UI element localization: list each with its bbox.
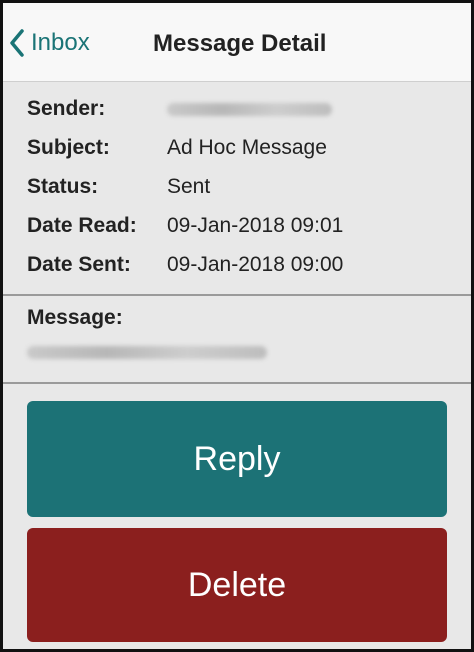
back-to-inbox-button[interactable]: Inbox	[9, 23, 90, 63]
reply-button[interactable]: Reply	[27, 401, 447, 517]
date-read-value: 09-Jan-2018 09:01	[167, 214, 344, 237]
navigation-bar: Inbox Message Detail	[3, 3, 471, 82]
message-section: Message:	[3, 296, 471, 384]
message-label: Message:	[27, 306, 123, 329]
subject-label: Subject:	[27, 136, 110, 159]
date-sent-value: 09-Jan-2018 09:00	[167, 253, 344, 276]
subject-row: Subject: Ad Hoc Message	[27, 131, 327, 165]
page-title: Message Detail	[153, 30, 327, 57]
message-detail-screen: Inbox Message Detail Sender: Subject: Ad…	[0, 0, 474, 652]
sender-row: Sender:	[27, 92, 332, 126]
message-body-redacted	[27, 346, 267, 364]
chevron-left-icon	[10, 29, 24, 57]
sender-value-redacted	[167, 102, 332, 116]
status-label: Status:	[27, 175, 99, 198]
status-row: Status: Sent	[27, 170, 210, 204]
sender-label: Sender:	[27, 97, 106, 120]
date-read-label: Date Read:	[27, 214, 137, 237]
status-value: Sent	[167, 175, 211, 198]
date-read-row: Date Read: 09-Jan-2018 09:01	[27, 209, 343, 243]
message-details: Sender: Subject: Ad Hoc Message Status: …	[3, 82, 471, 296]
date-sent-row: Date Sent: 09-Jan-2018 09:00	[27, 248, 343, 282]
delete-button[interactable]: Delete	[27, 528, 447, 642]
message-text-redacted	[27, 346, 267, 359]
date-sent-label: Date Sent:	[27, 253, 131, 276]
back-label: Inbox	[31, 29, 90, 56]
subject-value: Ad Hoc Message	[167, 136, 327, 159]
